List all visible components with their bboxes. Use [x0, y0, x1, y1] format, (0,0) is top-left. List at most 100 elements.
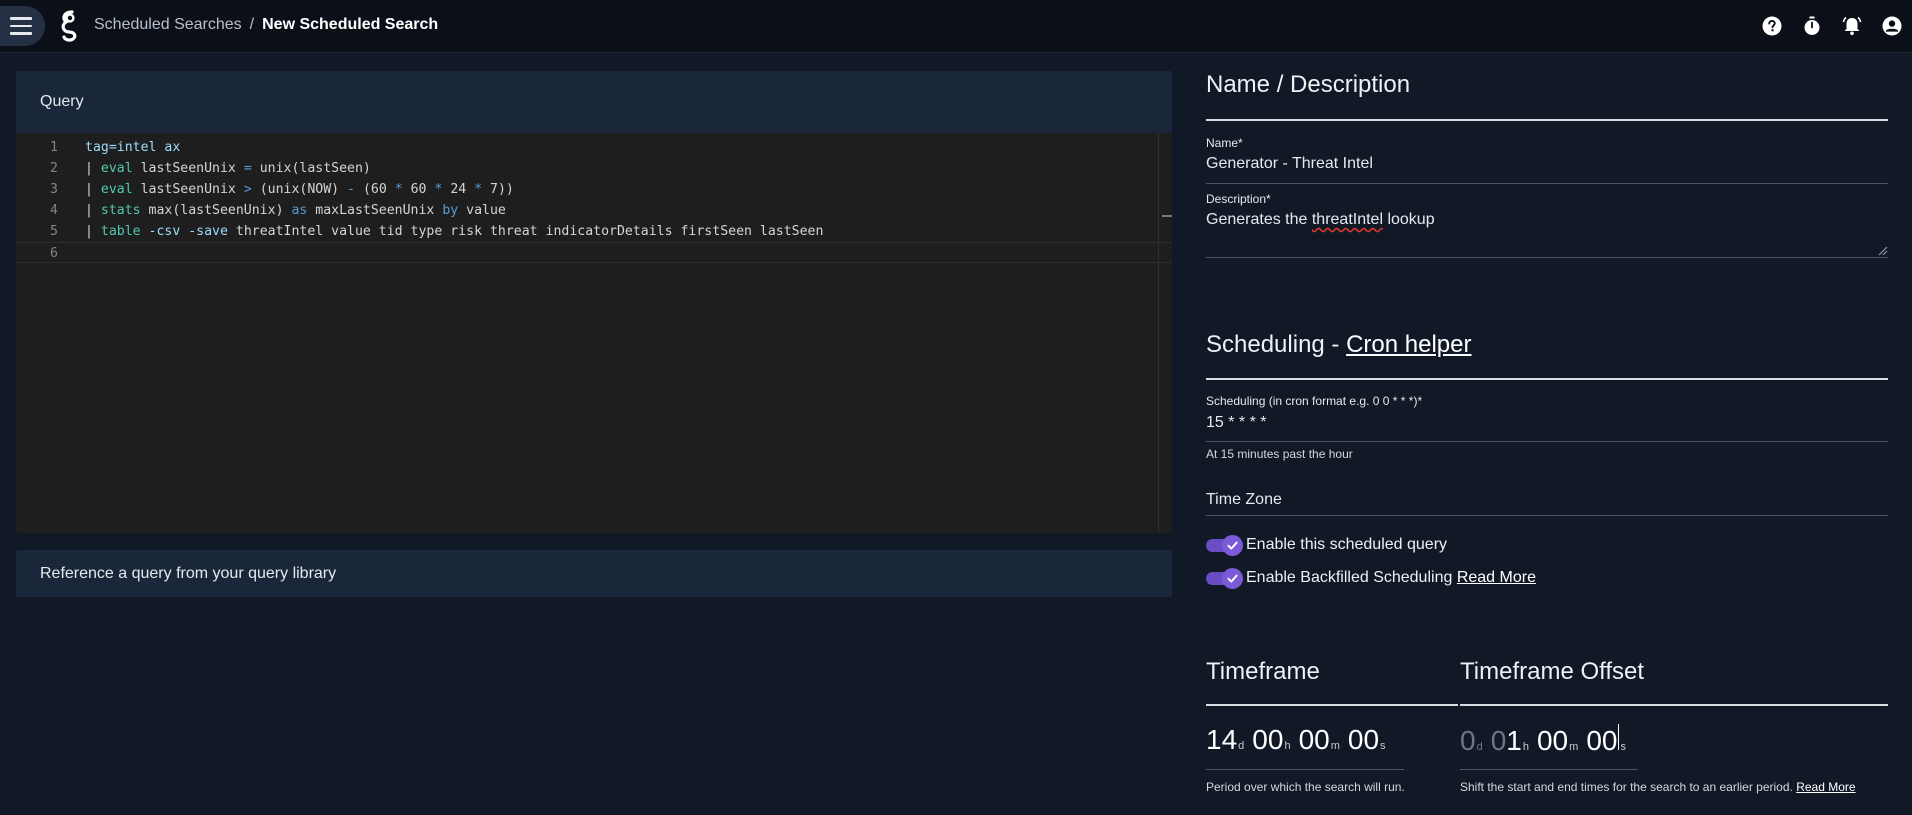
breadcrumb-scheduled-searches[interactable]: Scheduled Searches	[94, 16, 242, 34]
code-token: *	[474, 182, 483, 197]
description-field-label: Description*	[1206, 192, 1271, 206]
enable-query-label: Enable this scheduled query	[1246, 536, 1448, 553]
offset-seconds-unit: s	[1620, 741, 1626, 753]
reference-query-library-card[interactable]: Reference a query from your query librar…	[16, 550, 1172, 597]
cron-helper-text: At 15 minutes past the hour	[1206, 447, 1353, 461]
code-line[interactable]: 4 | stats max(lastSeenUnix) as maxLastSee…	[16, 200, 1172, 221]
gravwell-logo-icon[interactable]	[58, 9, 82, 43]
offset-hours-leading[interactable]: 0	[1491, 725, 1507, 757]
name-input[interactable]: Generator - Threat Intel	[1206, 155, 1888, 173]
resize-handle-icon[interactable]	[1876, 244, 1888, 256]
code-line[interactable]: 2 | eval lastSeenUnix = unix(lastSeen)	[16, 158, 1172, 179]
timeframe-helper-text: Period over which the search will run.	[1206, 780, 1405, 794]
enable-backfill-toggle[interactable]	[1206, 567, 1244, 589]
page-title: New Scheduled Search	[262, 16, 439, 33]
description-textarea[interactable]: Generates the threatIntel lookup	[1206, 211, 1888, 229]
code-line[interactable]: 6	[16, 242, 1172, 263]
line-number: 1	[50, 140, 58, 155]
code-token: stats	[100, 203, 141, 218]
top-bar: Scheduled Searches / New Scheduled Searc…	[0, 0, 1912, 53]
code-line[interactable]: 1 tag=intel ax	[16, 137, 1172, 158]
enable-backfill-label: Enable Backfilled Scheduling Read More	[1246, 569, 1536, 587]
query-card: Query 1 tag=intel ax 2 | eval lastSeenUnix …	[16, 71, 1172, 533]
cron-input[interactable]: 15 * * * *	[1206, 414, 1888, 432]
code-token: |	[85, 182, 101, 197]
account-icon[interactable]	[1872, 14, 1912, 38]
code-text: | table -csv -save threatIntel value tid…	[85, 221, 823, 242]
description-text-before: Generates the	[1206, 211, 1312, 228]
code-token: maxLastSeenUnix	[307, 203, 443, 218]
timezone-select-underline	[1206, 515, 1888, 516]
code-line[interactable]: 3 | eval lastSeenUnix > (unix(NOW) - (60 …	[16, 179, 1172, 200]
timeframe-days[interactable]: 14	[1206, 724, 1237, 756]
code-token: -csv -save	[140, 224, 228, 239]
timeframe-offset-helper: Shift the start and end times for the se…	[1460, 780, 1856, 794]
timeframe-title: Timeframe	[1206, 658, 1320, 685]
line-number: 2	[50, 161, 58, 176]
code-text: | eval lastSeenUnix > (unix(NOW) - (60 *…	[85, 179, 514, 200]
offset-days-unit: d	[1476, 741, 1483, 753]
description-misspelled-word: threatIntel	[1311, 211, 1383, 228]
line-number: 3	[50, 182, 58, 197]
code-token: max(lastSeenUnix)	[140, 203, 292, 218]
query-editor[interactable]: 1 tag=intel ax 2 | eval lastSeenUnix = unix…	[16, 133, 1172, 533]
offset-days[interactable]: 0	[1460, 725, 1476, 757]
timeframe-seconds[interactable]: 00	[1348, 724, 1379, 756]
timeframe-minutes[interactable]: 00	[1299, 724, 1330, 756]
timeframe-hours[interactable]: 00	[1252, 724, 1283, 756]
code-token: lastSeenUnix	[132, 161, 244, 176]
code-token: as	[291, 203, 308, 218]
check-icon	[1227, 574, 1238, 583]
timeframe-hours-unit: h	[1284, 740, 1291, 752]
scheduling-title-text: Scheduling -	[1206, 331, 1347, 358]
offset-seconds[interactable]: 00	[1586, 725, 1617, 757]
code-token: value	[458, 203, 506, 218]
help-icon[interactable]	[1752, 14, 1792, 38]
offset-minutes[interactable]: 00	[1537, 725, 1568, 757]
breadcrumb: Scheduled Searches / New Scheduled Searc…	[94, 16, 438, 34]
line-number: 6	[50, 246, 58, 261]
code-line[interactable]: 5 | table -csv -save threatIntel value ti…	[16, 221, 1172, 242]
query-card-header: Query	[16, 71, 1172, 133]
timeframe-offset-input[interactable]: 0d 01h 00 m 00 s	[1460, 724, 1634, 757]
menu-icon[interactable]	[0, 6, 45, 46]
cron-input-underline	[1206, 441, 1888, 442]
section-divider	[1206, 704, 1458, 706]
text-caret	[1618, 724, 1620, 750]
code-token: >	[243, 182, 252, 197]
enable-query-toggle[interactable]	[1206, 534, 1244, 556]
timeframe-input[interactable]: 14 d 00 h 00 m 00 s	[1206, 724, 1394, 756]
code-token: eval	[100, 182, 133, 197]
backfill-read-more-link[interactable]: Read More	[1457, 569, 1536, 586]
code-token: threatIntel value tid type risk threat i…	[227, 224, 824, 239]
code-token: table	[100, 224, 141, 239]
code-token: *	[394, 182, 403, 197]
section-divider	[1206, 119, 1888, 121]
code-token: (unix(NOW)	[251, 182, 348, 197]
code-token: =	[243, 161, 252, 176]
timeframe-days-unit: d	[1238, 740, 1245, 752]
name-input-underline	[1206, 183, 1888, 184]
offset-read-more-link[interactable]: Read More	[1796, 780, 1855, 794]
code-text: tag=intel ax	[85, 137, 180, 158]
code-token: (60	[355, 182, 395, 197]
cron-field-label: Scheduling (in cron format e.g. 0 0 * * …	[1206, 394, 1423, 408]
bell-icon[interactable]	[1832, 14, 1872, 38]
code-text: | stats max(lastSeenUnix) as maxLastSeen…	[85, 200, 506, 221]
cron-helper-link[interactable]: Cron helper	[1346, 331, 1471, 358]
description-textarea-underline	[1206, 257, 1888, 258]
code-token: lastSeenUnix	[132, 182, 244, 197]
offset-hours[interactable]: 1	[1506, 725, 1522, 757]
code-token: 60	[402, 182, 435, 197]
timer-icon[interactable]	[1792, 14, 1832, 38]
code-token: unix(lastSeen)	[251, 161, 371, 176]
line-number: 5	[50, 224, 58, 239]
timezone-select[interactable]: Time Zone	[1206, 491, 1888, 509]
code-token: 24	[442, 182, 475, 197]
name-field-label: Name*	[1206, 136, 1243, 150]
code-token: eval	[100, 161, 133, 176]
offset-hours-unit: h	[1522, 741, 1529, 753]
timeframe-input-underline	[1206, 769, 1404, 770]
timeframe-offset-input-underline	[1460, 769, 1638, 770]
breadcrumb-separator: /	[249, 16, 255, 33]
